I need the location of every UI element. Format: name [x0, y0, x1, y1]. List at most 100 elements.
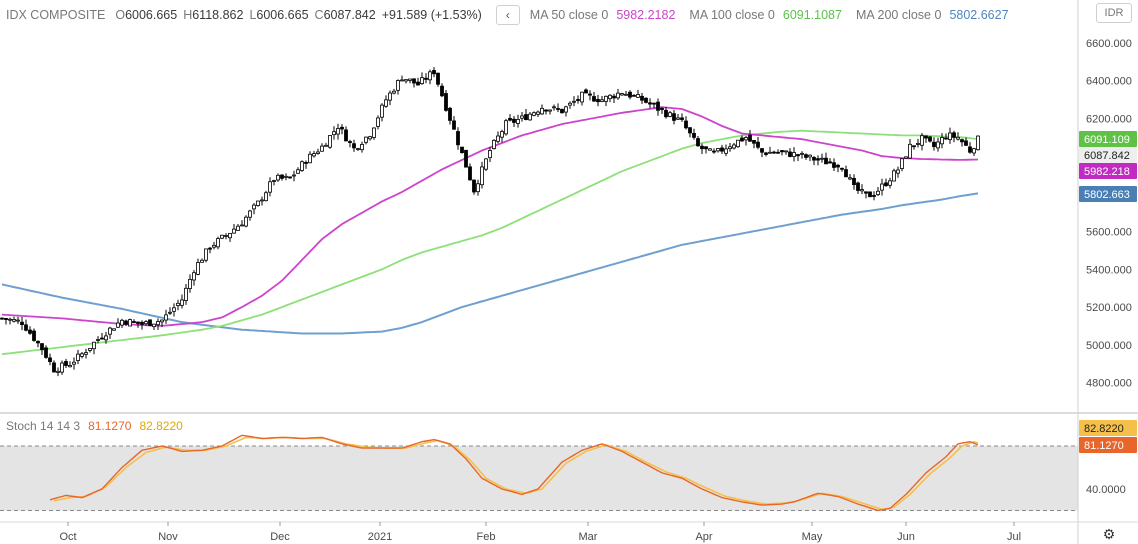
candle: [928, 136, 932, 143]
candle: [252, 202, 256, 215]
candle: [972, 147, 976, 156]
high-label: H: [183, 8, 193, 22]
ma200-line: [1, 192, 979, 335]
y-tick-label: 4800.000: [1086, 378, 1132, 390]
candle: [524, 108, 528, 121]
y-tick-label: 6400.000: [1086, 76, 1132, 88]
candle: [732, 142, 736, 150]
stoch-legend: Stoch 14 14 3 81.1270 82.8220: [6, 419, 183, 433]
gear-icon[interactable]: ⚙: [1101, 526, 1117, 542]
candle: [472, 179, 476, 195]
candle: [268, 177, 272, 197]
candle: [412, 78, 416, 88]
candle: [48, 353, 52, 366]
candle: [336, 123, 340, 140]
candle: [780, 149, 784, 156]
candle: [644, 97, 648, 104]
candle: [240, 220, 244, 227]
candle: [712, 148, 716, 154]
candle: [100, 332, 104, 340]
candle: [864, 191, 868, 199]
candle: [44, 345, 48, 359]
candle: [936, 137, 940, 152]
candle: [20, 316, 24, 331]
candle: [632, 94, 636, 97]
candle: [308, 151, 312, 164]
candle: [4, 317, 8, 325]
price-chart[interactable]: 6600.0006400.0006200.0006000.0005800.000…: [0, 0, 1138, 544]
svg-text:82.8220: 82.8220: [1084, 423, 1124, 435]
currency-selector[interactable]: IDR: [1096, 3, 1132, 23]
candle: [12, 316, 16, 323]
stoch-k-value: 81.1270: [88, 419, 132, 433]
candle: [416, 77, 420, 86]
candle: [368, 135, 372, 141]
ma200-value: 5802.6627: [949, 8, 1009, 22]
collapse-legend-button[interactable]: ‹: [495, 5, 520, 25]
candle: [744, 135, 748, 146]
candle: [420, 72, 424, 85]
candle: [164, 309, 168, 324]
candle: [784, 150, 788, 155]
candle: [768, 146, 772, 154]
candle: [836, 163, 840, 173]
candle: [896, 166, 900, 178]
candle: [764, 151, 768, 157]
candle: [500, 129, 504, 143]
candle: [208, 246, 212, 254]
candle: [536, 110, 540, 118]
candle: [860, 184, 864, 195]
candle: [952, 130, 956, 143]
candle: [424, 73, 428, 84]
x-tick-label: 2021: [368, 531, 392, 543]
candle: [664, 107, 668, 119]
low-label: L: [249, 8, 257, 22]
candle: [60, 360, 64, 375]
candle: [696, 136, 700, 147]
candle: [380, 103, 384, 122]
candle: [648, 98, 652, 109]
y-tick-label: 6600.000: [1086, 38, 1132, 50]
candle: [316, 148, 320, 155]
svg-text:5802.663: 5802.663: [1084, 189, 1130, 201]
candle: [32, 328, 36, 342]
candle: [736, 139, 740, 148]
candle: [296, 167, 300, 174]
candle: [456, 127, 460, 150]
ma100-last-badge: 6091.109: [1079, 131, 1137, 147]
candle: [440, 83, 444, 98]
legend-header: IDX COMPOSITE O 6006.665 H 6118.862 L 6006.…: [6, 3, 1009, 27]
candle: [704, 146, 708, 154]
candle: [600, 95, 604, 103]
candle: [228, 232, 232, 242]
candle: [464, 149, 468, 168]
candle: [460, 146, 464, 154]
stoch-d-value: 82.8220: [139, 419, 183, 433]
candle: [884, 178, 888, 187]
candle: [176, 299, 180, 311]
candle: [596, 94, 600, 107]
x-tick-label: Jul: [1007, 531, 1021, 543]
candle: [16, 316, 20, 324]
candle: [620, 92, 624, 96]
candle: [756, 137, 760, 150]
candle: [400, 75, 404, 82]
ma50-label: MA 50 close 0: [529, 8, 609, 22]
candle: [120, 318, 124, 328]
candle: [340, 124, 344, 135]
x-tick-label: Jun: [897, 531, 915, 543]
candle: [624, 90, 628, 96]
candle: [280, 174, 284, 181]
candle: [488, 147, 492, 163]
candle: [272, 179, 276, 186]
svg-text:6091.109: 6091.109: [1084, 134, 1130, 146]
candle: [436, 72, 440, 87]
candle: [364, 136, 368, 145]
candle: [720, 144, 724, 154]
candle: [432, 67, 436, 78]
candle: [776, 149, 780, 154]
candle: [288, 176, 292, 179]
ma100-label: MA 100 close 0: [689, 8, 775, 22]
x-tick-label: Apr: [695, 531, 712, 543]
candle: [200, 258, 204, 263]
